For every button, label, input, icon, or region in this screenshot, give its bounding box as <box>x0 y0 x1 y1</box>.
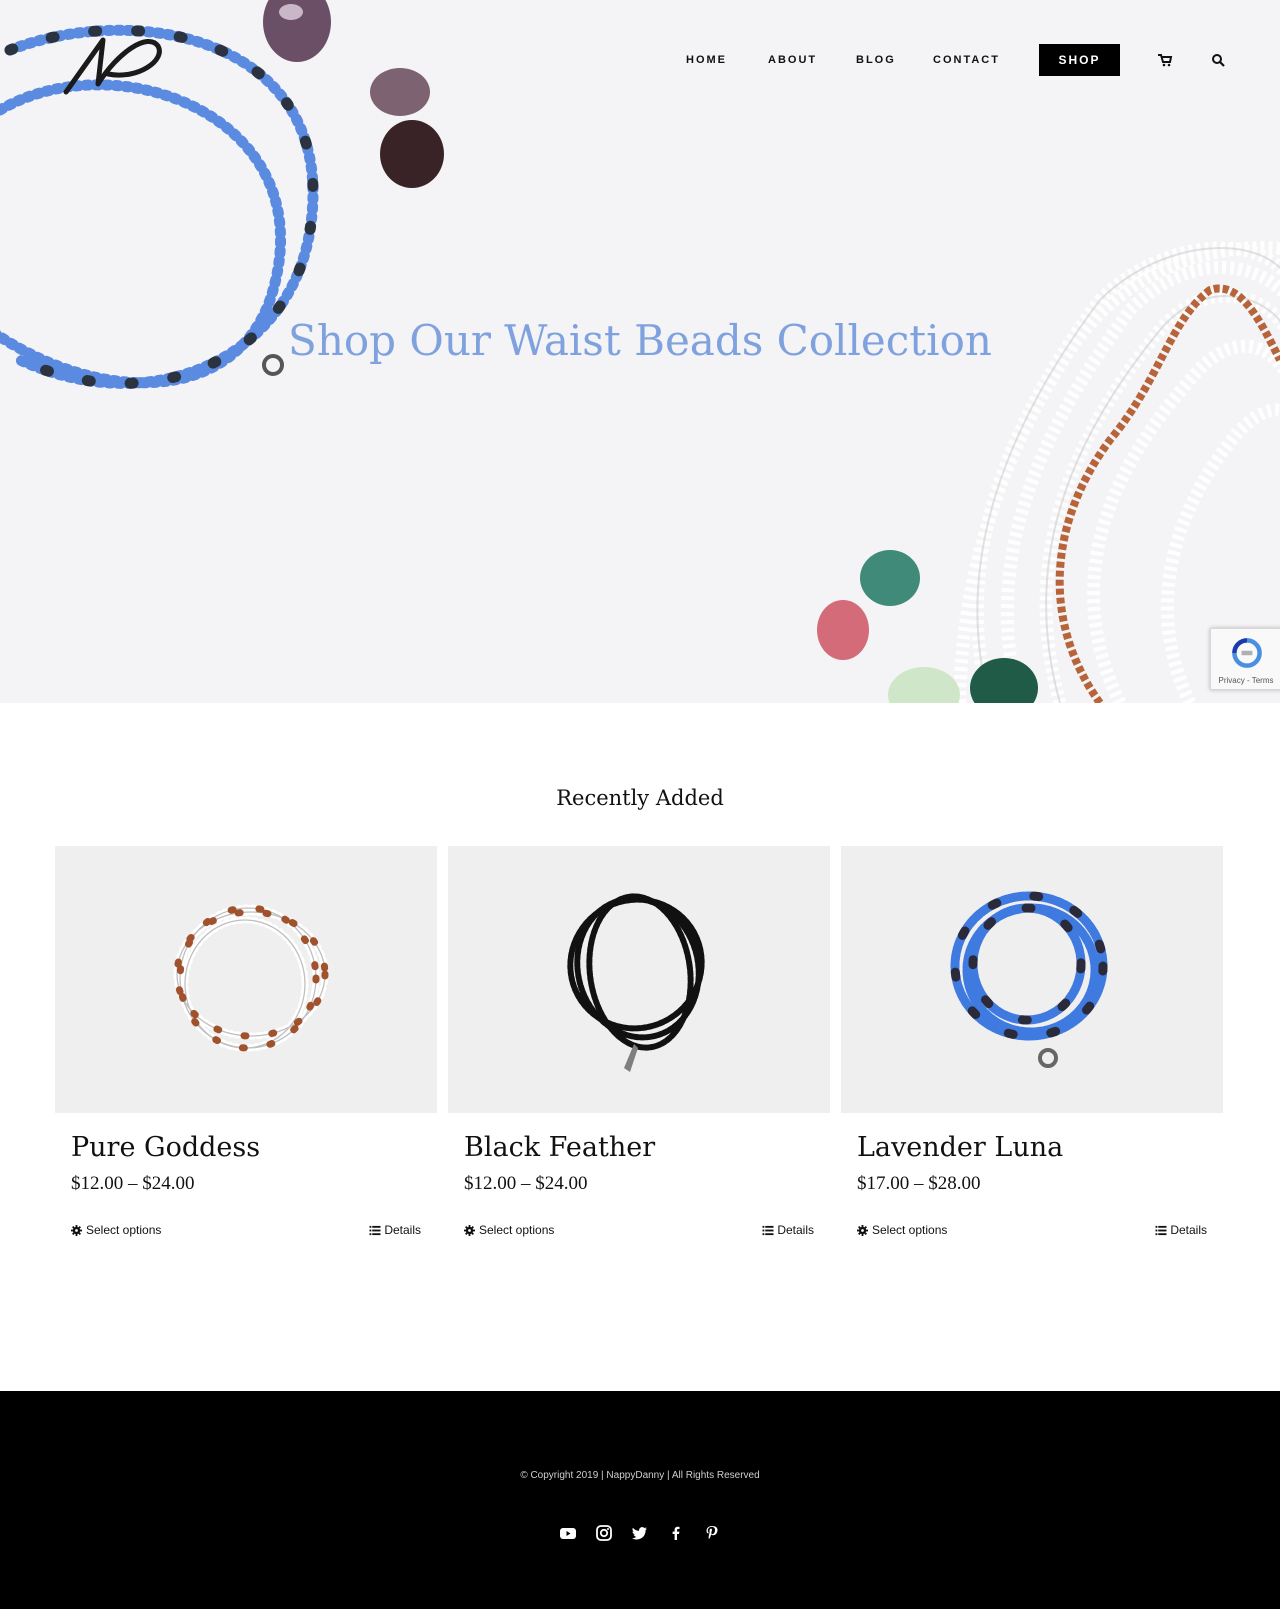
gear-icon <box>464 1224 475 1236</box>
product-name[interactable]: Lavender Luna <box>857 1132 1063 1163</box>
product-image[interactable] <box>55 846 437 1113</box>
nav-item-home[interactable]: HOME <box>686 44 727 76</box>
details-button[interactable]: Details <box>1155 1223 1207 1237</box>
product-photo <box>567 893 705 1072</box>
nav-item-about[interactable]: ABOUT <box>768 44 817 76</box>
facebook-icon[interactable] <box>667 1524 685 1542</box>
product-card: Pure Goddess $12.00 – $24.00 Select opti… <box>55 846 437 1246</box>
youtube-icon[interactable] <box>559 1524 577 1542</box>
social-links <box>0 1524 1280 1544</box>
product-photo <box>173 904 329 1052</box>
search-icon[interactable] <box>1210 52 1226 68</box>
product-price: $17.00 – $28.00 <box>857 1173 981 1194</box>
select-options-button[interactable]: Select options <box>857 1223 947 1237</box>
select-options-label: Select options <box>479 1223 555 1237</box>
main-navigation: HOME ABOUT BLOG CONTACT SHOP <box>0 44 1280 76</box>
list-icon <box>762 1225 774 1235</box>
details-button[interactable]: Details <box>762 1223 814 1237</box>
product-price: $12.00 – $24.00 <box>464 1173 588 1194</box>
nav-shop-button[interactable]: SHOP <box>1039 44 1120 76</box>
nav-item-contact[interactable]: CONTACT <box>933 44 1000 76</box>
recaptcha-icon <box>1232 638 1262 668</box>
product-image[interactable] <box>841 846 1223 1113</box>
details-button[interactable]: Details <box>369 1223 421 1237</box>
product-name[interactable]: Black Feather <box>464 1132 655 1163</box>
footer: © Copyright 2019 | NappyDanny | All Righ… <box>0 1391 1280 1609</box>
select-options-label: Select options <box>872 1223 948 1237</box>
pinterest-icon[interactable] <box>703 1524 721 1542</box>
list-icon <box>369 1225 381 1235</box>
product-card: Black Feather $12.00 – $24.00 Select opt… <box>448 846 830 1246</box>
section-title: Recently Added <box>556 786 724 810</box>
product-card: Lavender Luna $17.00 – $28.00 Select opt… <box>841 846 1223 1246</box>
product-photo <box>950 891 1108 1068</box>
nav-item-blog[interactable]: BLOG <box>856 44 896 76</box>
gear-icon <box>71 1224 82 1236</box>
select-options-button[interactable]: Select options <box>464 1223 554 1237</box>
copyright-text: © Copyright 2019 | NappyDanny | All Righ… <box>520 1470 760 1481</box>
gear-icon <box>857 1224 868 1236</box>
recaptcha-badge[interactable]: Privacy - Terms <box>1210 628 1280 690</box>
select-options-label: Select options <box>86 1223 162 1237</box>
product-image[interactable] <box>448 846 830 1113</box>
instagram-icon[interactable] <box>595 1524 613 1542</box>
list-icon <box>1155 1225 1167 1235</box>
twitter-icon[interactable] <box>631 1524 649 1542</box>
hero-banner: HOME ABOUT BLOG CONTACT SHOP Shop Our Wa… <box>0 0 1280 703</box>
select-options-button[interactable]: Select options <box>71 1223 161 1237</box>
product-name[interactable]: Pure Goddess <box>71 1132 260 1163</box>
hero-title: Shop Our Waist Beads Collection <box>288 316 992 365</box>
details-label: Details <box>1170 1223 1207 1237</box>
details-label: Details <box>777 1223 814 1237</box>
recaptcha-links[interactable]: Privacy - Terms <box>1211 676 1280 685</box>
details-label: Details <box>384 1223 421 1237</box>
product-price: $12.00 – $24.00 <box>71 1173 195 1194</box>
cart-icon[interactable] <box>1157 52 1173 68</box>
